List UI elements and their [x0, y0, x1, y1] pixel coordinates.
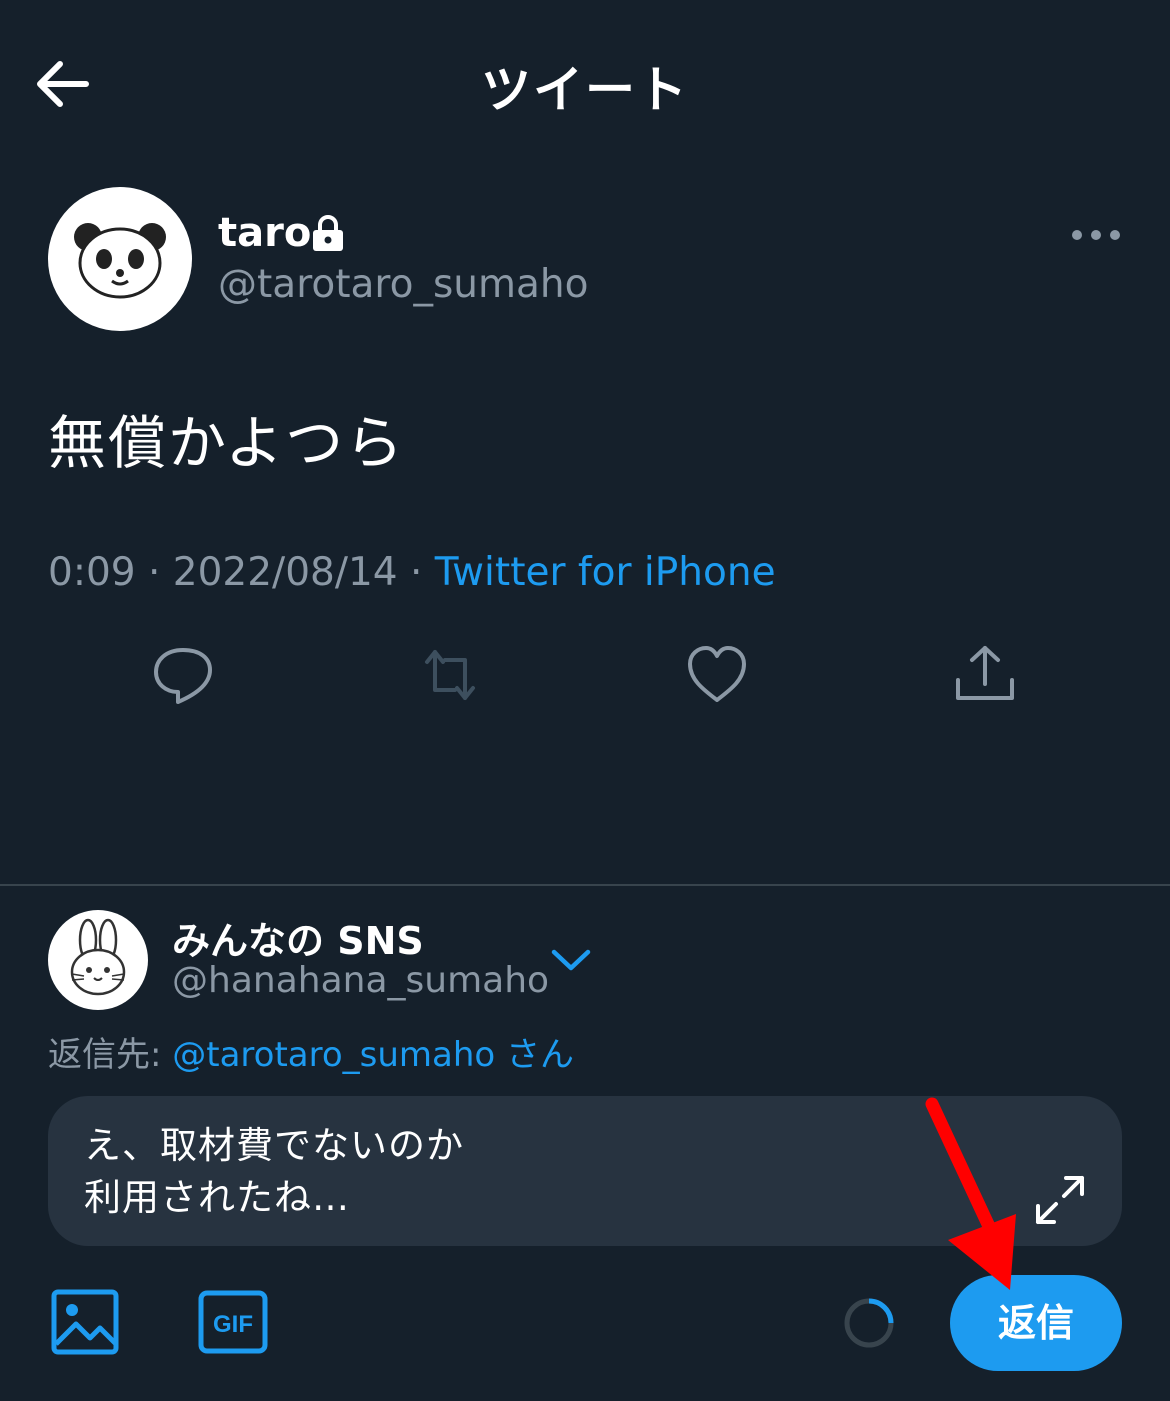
like-icon: [688, 646, 746, 702]
character-count-ring: [842, 1296, 896, 1350]
page-title: ツイート: [481, 61, 689, 119]
tweet-text: 無償かよつら: [48, 409, 406, 477]
reply-to-suffix: さん: [495, 1035, 575, 1075]
reply-action-button[interactable]: [148, 640, 218, 710]
account-switch-button[interactable]: [548, 940, 594, 980]
reply-to-label: 返信先:: [48, 1035, 173, 1075]
account-handle: @hanahana_sumaho: [172, 960, 550, 1001]
meta-separator: ·: [135, 550, 173, 595]
image-icon: [51, 1289, 119, 1355]
rabbit-icon: [70, 918, 126, 996]
retweet-icon: [425, 650, 475, 700]
gif-icon: GIF: [198, 1290, 268, 1354]
retweet-action-button[interactable]: [415, 640, 485, 710]
author-avatar[interactable]: [48, 187, 192, 331]
more-icon: [1072, 230, 1120, 240]
progress-ring-icon: [844, 1298, 894, 1348]
more-options-button[interactable]: [1068, 222, 1124, 248]
reply-to-line: 返信先: @tarotaro_sumaho さん: [48, 1027, 574, 1076]
tweet-meta: 0:09 · 2022/08/14 · Twitter for iPhone: [48, 550, 776, 595]
share-icon: [956, 646, 1014, 700]
chevron-down-icon: [551, 949, 591, 971]
composer-avatar[interactable]: [48, 910, 148, 1010]
tweet-time: 0:09: [48, 550, 136, 595]
expand-composer-button[interactable]: [1030, 1170, 1090, 1230]
svg-text:GIF: GIF: [213, 1311, 253, 1338]
like-action-button[interactable]: [682, 640, 752, 710]
divider: [0, 884, 1170, 886]
author-handle: @tarotaro_sumaho: [218, 262, 589, 307]
lock-icon: [309, 213, 347, 253]
tweet-source-link[interactable]: Twitter for iPhone: [435, 550, 776, 595]
meta-separator: ·: [397, 550, 435, 595]
reply-submit-button[interactable]: 返信: [950, 1275, 1122, 1371]
author-name: taro: [218, 210, 312, 256]
reply-icon: [154, 648, 212, 704]
reply-to-handle[interactable]: @tarotaro_sumaho: [172, 1035, 495, 1075]
reply-input-text[interactable]: え、取材費でないのか 利用されたね…: [84, 1120, 464, 1224]
panda-icon: [74, 223, 166, 299]
expand-icon: [1036, 1176, 1084, 1224]
add-gif-button[interactable]: GIF: [198, 1290, 268, 1354]
add-image-button[interactable]: [50, 1286, 122, 1358]
account-name: みんなの SNS: [172, 919, 424, 963]
share-action-button[interactable]: [950, 640, 1020, 710]
tweet-date: 2022/08/14: [172, 550, 398, 595]
